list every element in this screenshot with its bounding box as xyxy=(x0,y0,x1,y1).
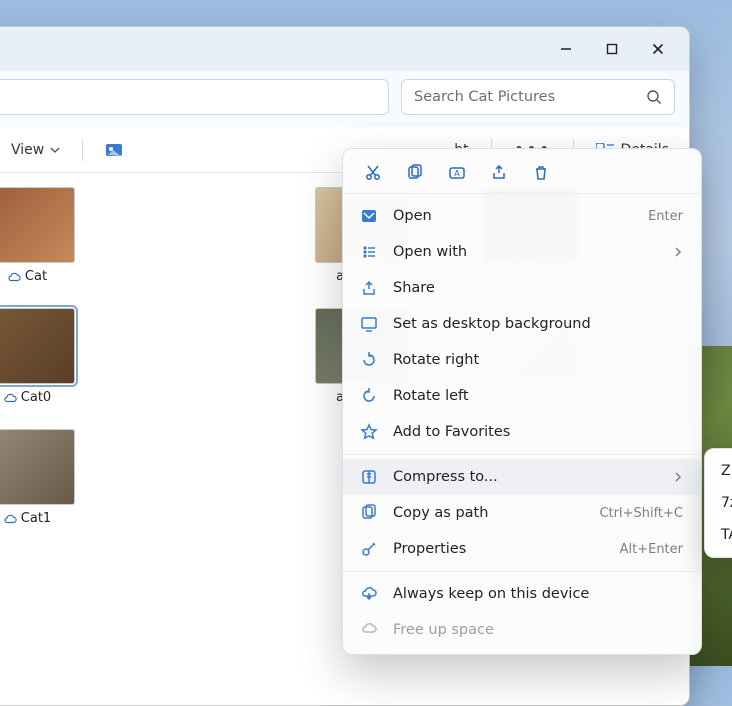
thumbnail-image xyxy=(0,308,75,384)
copy-icon xyxy=(359,503,379,523)
context-menu-label: Copy as path xyxy=(393,505,585,521)
context-menu-separator xyxy=(343,454,701,455)
context-menu-label: Free up space xyxy=(393,622,683,638)
context-menu-item[interactable]: Share xyxy=(343,270,701,306)
context-menu-shortcut: Ctrl+Shift+C xyxy=(599,506,683,521)
search-placeholder: Search Cat Pictures xyxy=(414,89,555,105)
image-tool-icon[interactable] xyxy=(97,137,131,163)
minimize-button[interactable] xyxy=(543,33,589,65)
file-name: Cat1 xyxy=(21,511,51,526)
separator xyxy=(82,139,83,161)
close-button[interactable] xyxy=(635,33,681,65)
context-menu-shortcut: Enter xyxy=(648,209,683,224)
cloud-icon xyxy=(7,270,21,284)
context-menu-item[interactable]: Open Enter xyxy=(343,198,701,234)
cloud-icon xyxy=(3,512,17,526)
search-icon xyxy=(646,89,662,105)
cut-icon[interactable] xyxy=(363,163,383,183)
maximize-button[interactable] xyxy=(589,33,635,65)
address-row: Pictures Search Cat Pictures xyxy=(0,71,689,127)
thumbnail-image xyxy=(0,429,75,505)
chevron-right-icon xyxy=(673,472,683,482)
keep-icon xyxy=(359,584,379,604)
context-menu-item[interactable]: Set as desktop background xyxy=(343,306,701,342)
file-item[interactable]: Cat1 xyxy=(0,429,97,526)
copy-icon[interactable] xyxy=(405,163,425,183)
context-menu-label: Compress to... xyxy=(393,469,659,485)
context-menu-item[interactable]: Copy as path Ctrl+Shift+C xyxy=(343,495,701,531)
svg-text:A: A xyxy=(454,169,460,178)
context-menu-label: Open xyxy=(393,208,634,224)
context-menu-item[interactable]: Compress to... xyxy=(343,459,701,495)
context-menu-label: Rotate right xyxy=(393,352,683,368)
thumbnail-image xyxy=(0,187,75,263)
context-menu-separator xyxy=(343,571,701,572)
cloud-icon xyxy=(3,391,17,405)
context-menu: A Open Enter Open with Share Set as desktop … xyxy=(342,148,702,655)
context-menu-item[interactable]: Rotate left xyxy=(343,378,701,414)
context-menu-item[interactable]: Rotate right xyxy=(343,342,701,378)
address-bar[interactable]: Pictures xyxy=(0,79,389,115)
context-menu-label: Add to Favorites xyxy=(393,424,683,440)
context-menu-quick-actions: A xyxy=(343,157,701,194)
file-name: Cat0 xyxy=(21,390,51,405)
chevron-down-icon xyxy=(50,145,60,155)
zip-icon xyxy=(359,467,379,487)
fav-icon xyxy=(359,422,379,442)
context-menu-item[interactable]: Properties Alt+Enter xyxy=(343,531,701,567)
share-icon[interactable] xyxy=(489,163,509,183)
view-dropdown[interactable]: View xyxy=(3,138,68,162)
context-menu-label: Set as desktop background xyxy=(393,316,683,332)
submenu-label: TAR File xyxy=(721,527,732,543)
submenu-label: 7z File xyxy=(721,495,732,511)
view-label: View xyxy=(11,142,44,158)
compress-submenu: ZIP File 7z File TAR File xyxy=(704,448,732,558)
context-menu-label: Properties xyxy=(393,541,606,557)
share-icon xyxy=(359,278,379,298)
context-menu-label: Share xyxy=(393,280,683,296)
free-icon xyxy=(359,620,379,640)
rename-icon[interactable]: A xyxy=(447,163,467,183)
submenu-item-7z[interactable]: 7z File xyxy=(705,487,732,519)
context-menu-label: Always keep on this device xyxy=(393,586,683,602)
context-menu-item: Free up space xyxy=(343,612,701,648)
file-item-selected[interactable]: Cat0 xyxy=(0,308,97,405)
context-menu-item[interactable]: Open with xyxy=(343,234,701,270)
delete-icon[interactable] xyxy=(531,163,551,183)
rotr-icon xyxy=(359,350,379,370)
titlebar xyxy=(0,27,689,71)
context-menu-item[interactable]: Always keep on this device xyxy=(343,576,701,612)
submenu-label: ZIP File xyxy=(721,463,732,479)
file-item[interactable]: Cat xyxy=(0,187,97,284)
openw-icon xyxy=(359,242,379,262)
prop-icon xyxy=(359,539,379,559)
rotl-icon xyxy=(359,386,379,406)
submenu-item-tar[interactable]: TAR File xyxy=(705,519,732,551)
file-name: Cat xyxy=(25,269,47,284)
desk-icon xyxy=(359,314,379,334)
chevron-right-icon xyxy=(673,247,683,257)
context-menu-label: Rotate left xyxy=(393,388,683,404)
submenu-item-zip[interactable]: ZIP File xyxy=(705,455,732,487)
context-menu-shortcut: Alt+Enter xyxy=(620,542,683,557)
open-icon xyxy=(359,206,379,226)
context-menu-item[interactable]: Add to Favorites xyxy=(343,414,701,450)
context-menu-label: Open with xyxy=(393,244,659,260)
search-input[interactable]: Search Cat Pictures xyxy=(401,79,675,115)
